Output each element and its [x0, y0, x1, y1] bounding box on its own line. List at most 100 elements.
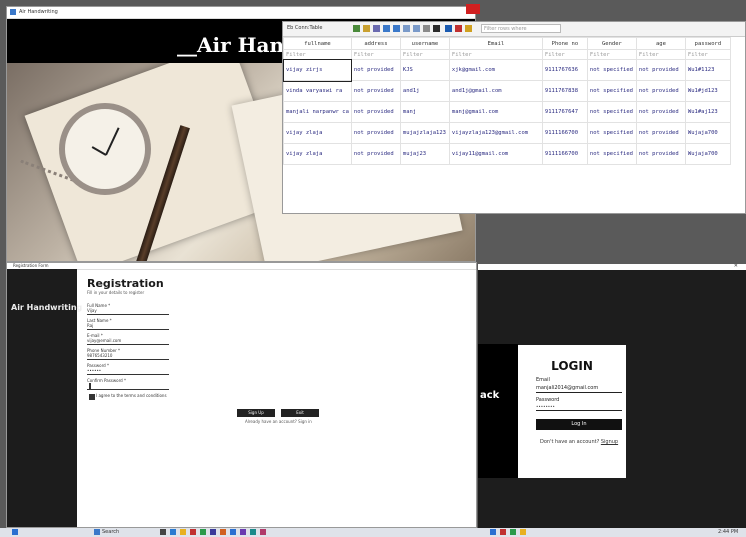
table-row[interactable]: vinda varyaswi ra not provided and1j and… [283, 80, 731, 102]
sign-up-button[interactable]: Sign Up [237, 409, 275, 417]
cut-icon[interactable] [433, 25, 440, 32]
table-cell[interactable]: manj [399, 101, 450, 123]
login-button[interactable]: Log In [536, 419, 622, 430]
table-cell[interactable]: KJS [399, 59, 450, 81]
column-header[interactable]: fullname [283, 37, 352, 50]
table-row[interactable]: vijay zlaja not provided mujajzlaja123 v… [283, 122, 731, 144]
table-cell[interactable]: vijay zlaja [283, 143, 352, 165]
task-view-icon[interactable] [160, 529, 166, 535]
signup-link[interactable]: Signup [601, 439, 618, 445]
password-field[interactable]: •••••• [87, 368, 169, 375]
edge-icon[interactable] [170, 529, 176, 535]
delete-icon[interactable] [423, 25, 430, 32]
column-header[interactable]: age [635, 37, 686, 50]
phone-field[interactable]: 9876543210 [87, 353, 169, 360]
filter-input[interactable]: Filter rows where [481, 24, 561, 33]
save-icon[interactable] [383, 25, 390, 32]
app-icon[interactable] [240, 529, 246, 535]
confirm-password-field[interactable] [87, 383, 169, 390]
table-cell[interactable]: vijayzlaja123@gmail.com [448, 122, 543, 144]
table-cell[interactable]: not provided [635, 101, 686, 123]
window-titlebar[interactable]: Registration Form [7, 263, 476, 270]
filter-cell[interactable]: Filter [684, 49, 731, 60]
table-cell[interactable]: 9111767647 [541, 101, 588, 123]
table-cell[interactable]: mujaj23 [399, 143, 450, 165]
table-cell[interactable]: Wu1#1123 [684, 59, 731, 81]
column-header[interactable]: address [350, 37, 401, 50]
app-icon[interactable] [250, 529, 256, 535]
app-icon[interactable] [490, 529, 496, 535]
filter-cell[interactable]: Filter [586, 49, 637, 60]
table-cell[interactable]: not provided [350, 59, 401, 81]
filter-cell[interactable]: Filter [350, 49, 401, 60]
sort-icon[interactable] [373, 25, 380, 32]
table-cell[interactable]: not specified [586, 122, 637, 144]
table-cell[interactable]: and1j [399, 80, 450, 102]
table-cell[interactable]: Wu1#jd123 [684, 80, 731, 102]
column-header[interactable]: Gender [586, 37, 637, 50]
stop-icon[interactable] [455, 25, 462, 32]
table-row[interactable]: vijay zirjs not provided KJS xjk@gmail.c… [283, 58, 731, 82]
paste-icon[interactable] [413, 25, 420, 32]
app-icon[interactable] [190, 529, 196, 535]
table-cell[interactable]: vinda varyaswi ra [283, 80, 352, 102]
edit-icon[interactable] [465, 25, 472, 32]
table-cell[interactable]: 9111166700 [541, 143, 588, 165]
table-cell[interactable]: not specified [586, 59, 637, 81]
table-cell[interactable]: not provided [350, 80, 401, 102]
column-header[interactable]: Phone no [541, 37, 588, 50]
search-box[interactable]: Search [102, 529, 119, 535]
agree-checkbox[interactable] [89, 394, 95, 400]
column-header[interactable]: username [399, 37, 450, 50]
app-icon[interactable] [260, 529, 266, 535]
filter-icon[interactable] [363, 25, 370, 32]
print-icon[interactable] [393, 25, 400, 32]
table-cell[interactable]: not provided [350, 122, 401, 144]
close-icon[interactable] [466, 4, 480, 14]
table-cell[interactable]: not specified [586, 143, 637, 165]
table-cell[interactable]: mujajzlaja123 [399, 122, 450, 144]
table-cell[interactable]: xjk@gmail.com [448, 59, 543, 81]
table-cell[interactable]: manjali narpanwr ca [283, 101, 352, 123]
app-icon[interactable] [500, 529, 506, 535]
column-header[interactable]: Email [448, 37, 543, 50]
first-name-field[interactable]: Vijay [87, 308, 169, 315]
exit-button[interactable]: Exit [281, 409, 319, 417]
email-input[interactable]: manjali2014@gmail.com [536, 385, 622, 393]
copy-icon[interactable] [403, 25, 410, 32]
app-icon[interactable] [210, 529, 216, 535]
table-cell[interactable]: manj@gmail.com [448, 101, 543, 123]
window-titlebar[interactable]: ✕ [478, 264, 746, 270]
filter-cell[interactable]: Filter [399, 49, 450, 60]
table-cell[interactable]: Wujaja700 [684, 122, 731, 144]
last-name-field[interactable]: Raj [87, 323, 169, 330]
table-cell[interactable]: not provided [635, 59, 686, 81]
window-titlebar[interactable]: Air Handwriting [7, 7, 475, 19]
table-cell[interactable]: Wu1#aj123 [684, 101, 731, 123]
table-cell[interactable]: vijay11@gmail.com [448, 143, 543, 165]
app-icon[interactable] [520, 529, 526, 535]
app-icon[interactable] [230, 529, 236, 535]
table-cell[interactable]: vijay zlaja [283, 122, 352, 144]
refresh-icon[interactable] [353, 25, 360, 32]
table-cell[interactable]: 9111767636 [541, 59, 588, 81]
table-cell[interactable]: not provided [350, 143, 401, 165]
table-cell[interactable]: not provided [350, 101, 401, 123]
table-cell[interactable]: not specified [586, 80, 637, 102]
table-cell[interactable]: not provided [635, 122, 686, 144]
sign-in-link[interactable]: Already have an account? Sign in [245, 419, 312, 424]
database-icon[interactable] [445, 25, 452, 32]
filter-cell[interactable]: Filter [635, 49, 686, 60]
folder-icon[interactable] [180, 529, 186, 535]
table-cell[interactable]: Wujaja700 [684, 143, 731, 165]
filter-cell[interactable]: Filter [448, 49, 543, 60]
table-cell[interactable]: 9111166700 [541, 122, 588, 144]
table-row[interactable]: vijay zlaja not provided mujaj23 vijay11… [283, 143, 731, 165]
app-icon[interactable] [220, 529, 226, 535]
table-cell[interactable]: not specified [586, 101, 637, 123]
column-header[interactable]: password [684, 37, 731, 50]
clock[interactable]: 2:44 PM [718, 529, 738, 535]
table-selector[interactable]: Eb Conn:Table [287, 25, 322, 31]
table-cell[interactable]: vijay zirjs [283, 58, 353, 82]
app-icon[interactable] [510, 529, 516, 535]
